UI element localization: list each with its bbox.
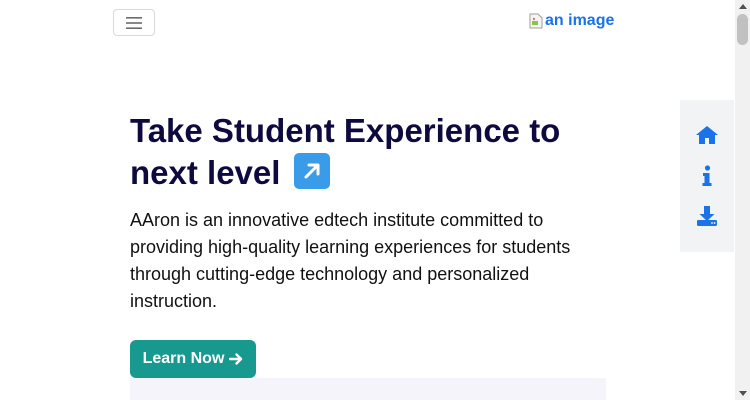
hero-title: Take Student Experience to next level xyxy=(130,110,600,194)
home-icon xyxy=(696,126,718,144)
hero-preview-box xyxy=(130,378,606,400)
scroll-down-arrow-icon[interactable] xyxy=(735,388,750,400)
side-rail-info-button[interactable] xyxy=(694,163,720,189)
scrollbar-thumb[interactable] xyxy=(737,14,748,45)
info-icon xyxy=(702,165,712,186)
learn-now-label: Learn Now xyxy=(142,350,225,367)
download-icon xyxy=(697,206,717,226)
navbar-toggle-button[interactable] xyxy=(113,9,155,36)
vertical-scrollbar[interactable] xyxy=(735,0,750,400)
scroll-up-arrow-icon[interactable] xyxy=(735,0,750,12)
learn-now-button[interactable]: Learn Now xyxy=(130,340,256,378)
side-rail-download-button[interactable] xyxy=(694,203,720,229)
side-navigation-rail xyxy=(680,100,734,252)
hamburger-menu-icon xyxy=(126,16,142,29)
landing-page: an image Take Student Experience to next… xyxy=(0,0,750,400)
broken-image-icon xyxy=(529,13,543,29)
hero-description: AAron is an innovative edtech institute … xyxy=(130,210,571,311)
arrow-up-right-icon xyxy=(293,153,330,189)
arrow-right-icon xyxy=(229,353,243,365)
brand-logo-link[interactable]: an image xyxy=(529,12,614,30)
side-rail-home-button[interactable] xyxy=(694,122,720,148)
brand-logo-alt-text: an image xyxy=(545,12,615,29)
hero-title-text: Take Student Experience to next level xyxy=(130,112,561,191)
